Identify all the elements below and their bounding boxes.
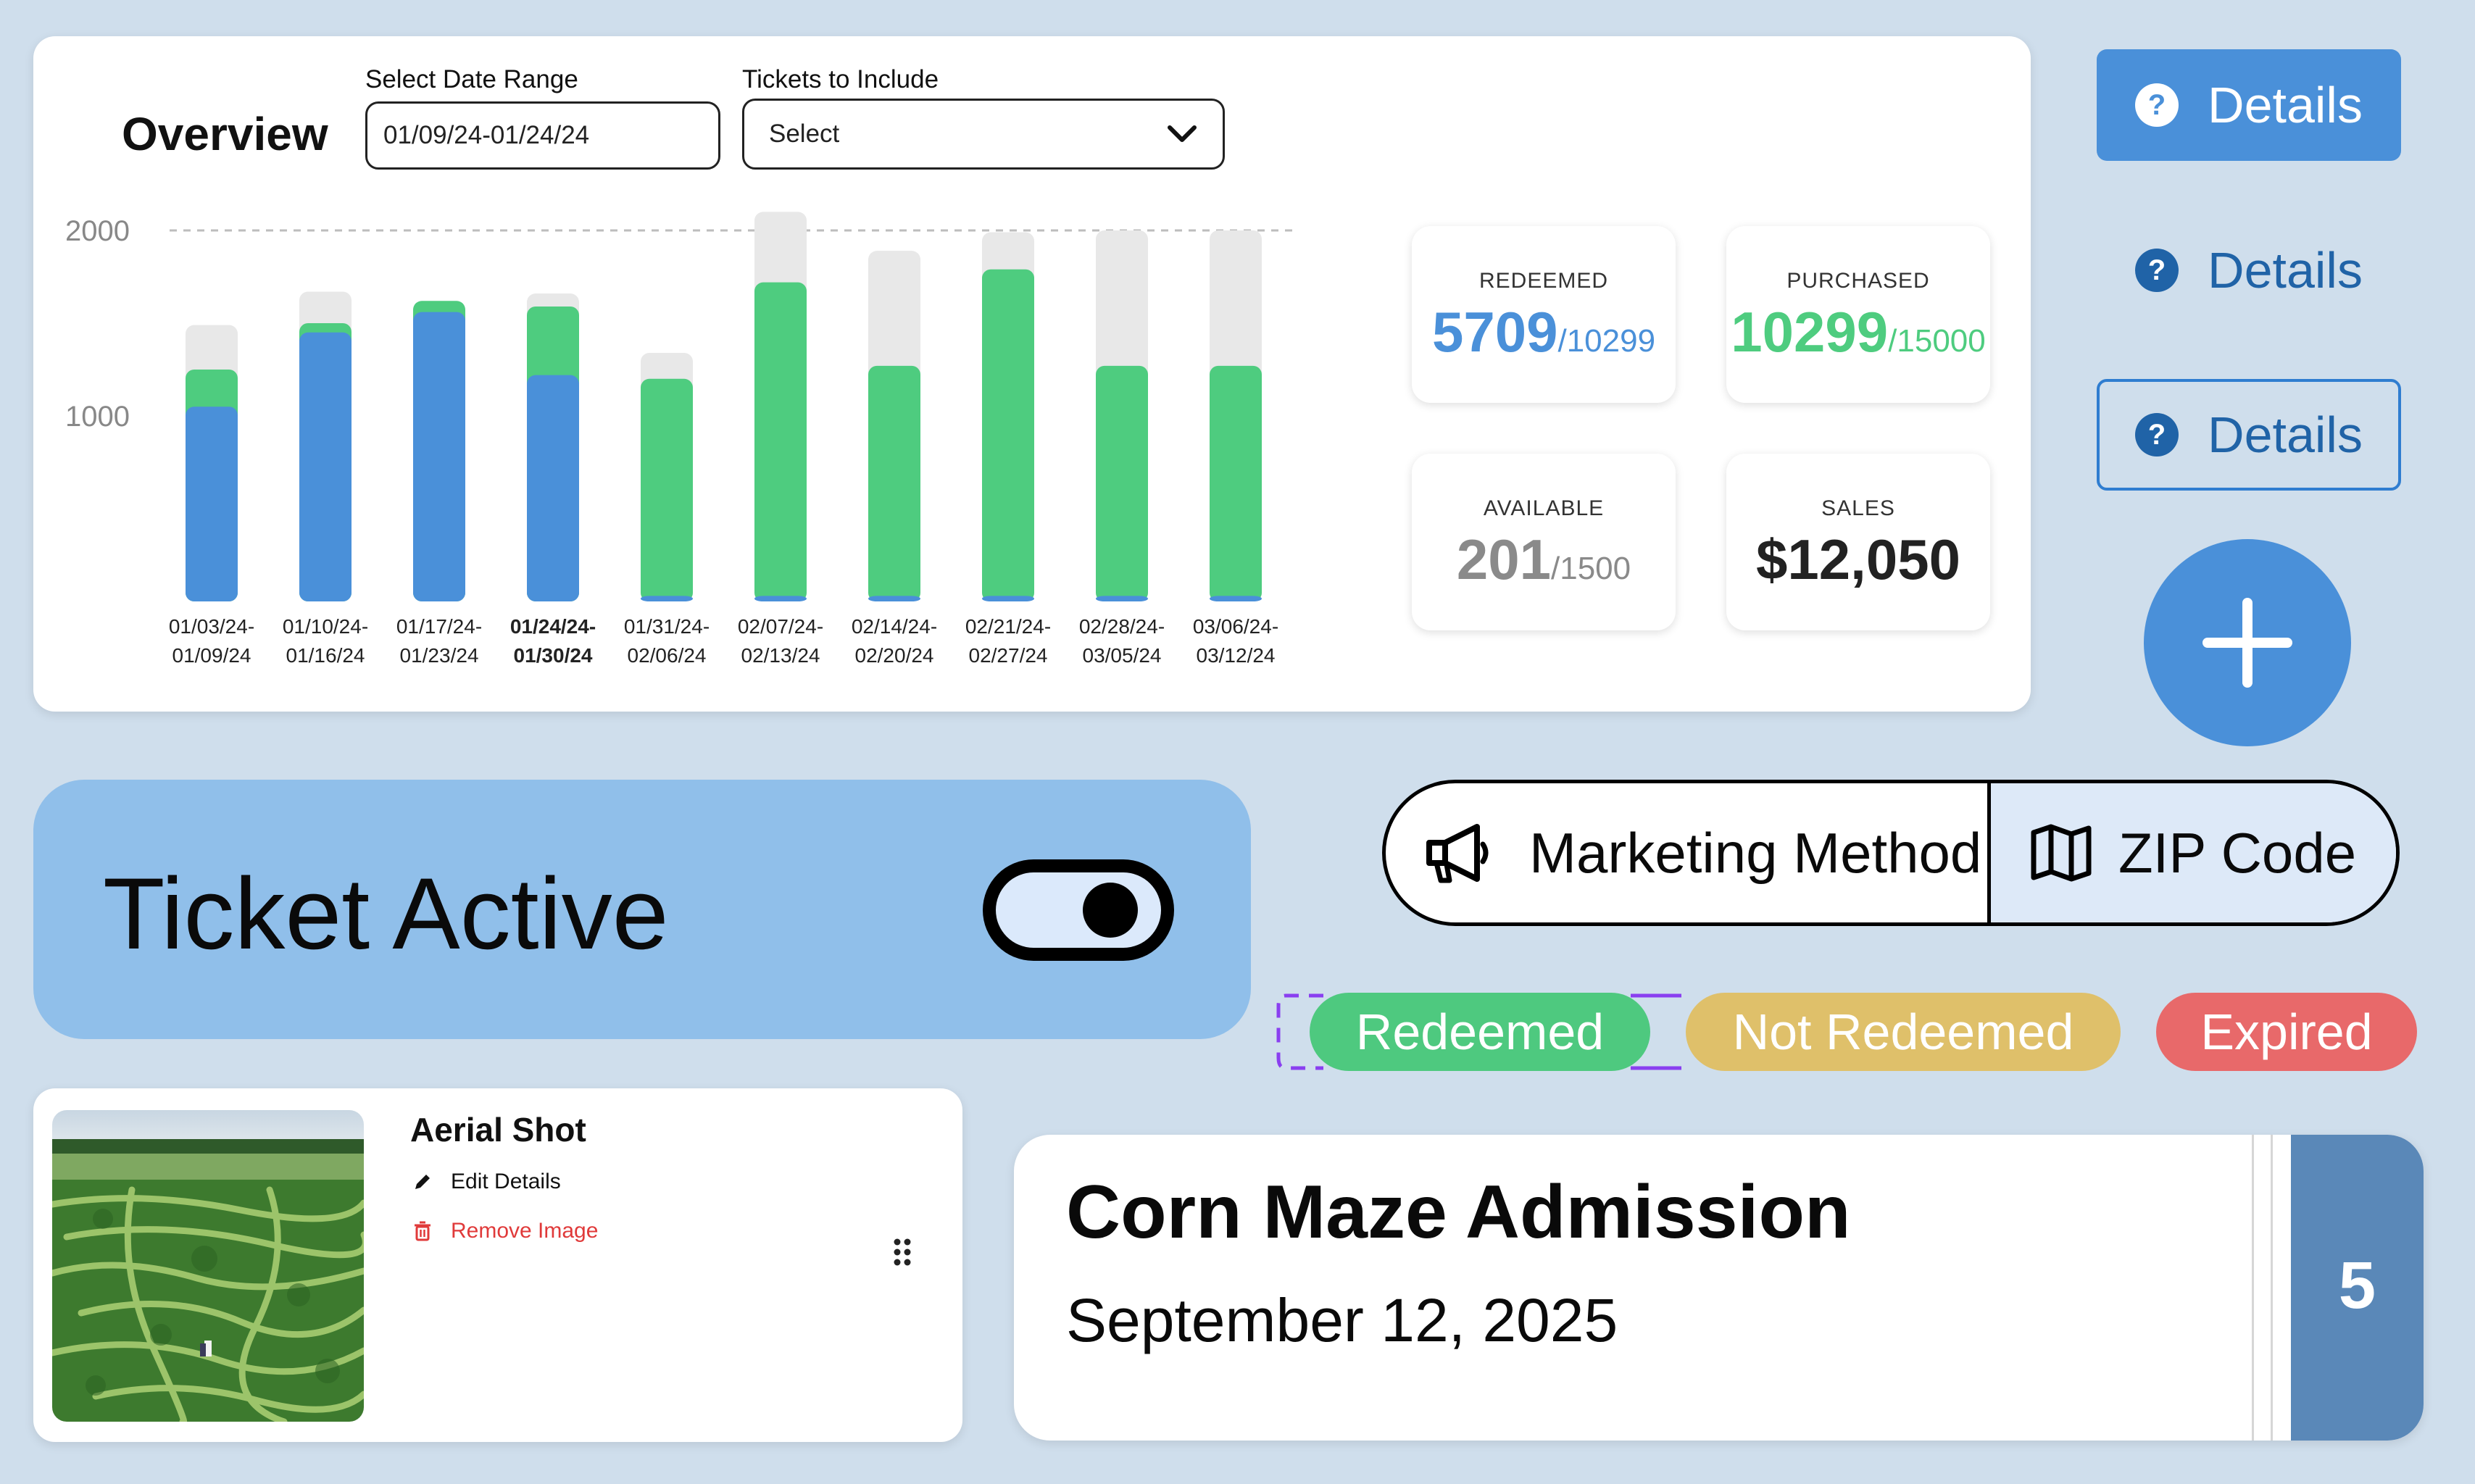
x-tick-label: 02/20/24 [855,644,934,667]
x-tick-label: 01/09/24 [172,644,251,667]
stat-card-redeemed: REDEEMED 5709/10299 [1412,226,1676,403]
chart-bar-segment[interactable] [1210,596,1262,601]
x-tick-label: 01/17/24- [396,615,482,638]
event-title: Corn Maze Admission [1066,1170,1851,1254]
ticket-perforation [2271,1135,2273,1441]
y-tick-label: 2000 [65,215,130,247]
x-tick-label: 01/31/24- [624,615,710,638]
stat-total: /15000 [1888,323,1986,359]
help-icon: ? [2135,413,2179,457]
x-tick-label: 01/30/24 [514,644,593,667]
x-tick-label: 01/24/24- [510,615,596,638]
edit-details-label: Edit Details [451,1170,561,1193]
x-tick-label: 01/16/24 [286,644,365,667]
ticket-active-toggle[interactable] [983,859,1174,961]
help-icon: ? [2135,83,2179,127]
chart-bar-segment[interactable] [982,269,1034,601]
tickets-bar-chart: 1000 2000 01/03/24- 01/09/24 01/10/24- 01/16/… [65,212,1294,667]
chart-bar-segment[interactable] [413,312,465,601]
add-button[interactable] [2144,539,2351,746]
segment-marketing-method[interactable]: Marketing Method [1386,783,1987,922]
chart-bar-segment[interactable] [868,365,920,601]
chart-bar-segment[interactable] [754,282,807,601]
stat-label: PURCHASED [1786,269,1930,293]
segmented-control: Marketing Method ZIP Code [1382,780,2400,926]
pencil-icon [415,1175,430,1189]
chip-redeemed[interactable]: Redeemed [1310,993,1650,1071]
y-tick-label: 1000 [65,401,130,433]
event-date: September 12, 2025 [1066,1286,1618,1354]
remove-image-label: Remove Image [451,1219,599,1243]
x-tick-label: 02/07/24- [738,615,823,638]
help-icon: ? [2135,249,2179,292]
image-title: Aerial Shot [410,1111,586,1149]
segment-label: ZIP Code [2118,820,2357,885]
edit-details-link[interactable]: Edit Details [412,1170,561,1194]
chip-not-redeemed[interactable]: Not Redeemed [1686,993,2121,1071]
chart-bar-segment[interactable] [641,596,693,601]
event-ticket-card[interactable]: Corn Maze Admission September 12, 2025 5 [1014,1135,2424,1441]
stat-label: AVAILABLE [1483,496,1605,520]
chart-bar-segment[interactable] [1096,365,1148,601]
stat-card-purchased: PURCHASED 10299/15000 [1726,226,1990,403]
stat-value: 5709 [1431,300,1558,364]
image-card: Aerial Shot Edit Details Remove Image [33,1088,962,1442]
trash-icon [415,1221,430,1241]
stat-value: $12,050 [1756,528,1960,591]
chart-bar-segment[interactable] [186,407,238,601]
chart-bar-segment[interactable] [299,332,352,601]
stat-label: SALES [1821,496,1895,520]
chart-bar-segment[interactable] [982,596,1034,601]
ticket-perforation [2252,1135,2254,1441]
stat-card-available: AVAILABLE 201/1500 [1412,454,1676,630]
ticket-active-label: Ticket Active [103,856,669,970]
plus-icon [2202,598,2292,688]
chart-bar-segment[interactable] [868,596,920,601]
details-button-text[interactable]: ? Details [2097,214,2401,326]
remove-image-link[interactable]: Remove Image [412,1219,598,1243]
stat-value: 10299 [1731,300,1889,364]
x-tick-label: 01/23/24 [400,644,479,667]
stat-value: 201 [1456,528,1552,591]
details-label: Details [2208,407,2363,463]
details-label: Details [2208,77,2363,133]
details-label: Details [2208,242,2363,299]
stat-total: /10299 [1557,323,1656,359]
drag-handle-icon[interactable] [893,1238,912,1267]
x-tick-label: 02/28/24- [1079,615,1165,638]
stat-total: /1500 [1551,551,1631,586]
x-tick-label: 01/03/24- [169,615,254,638]
details-button-outline[interactable]: ? Details [2097,379,2401,491]
megaphone-icon [1426,824,1489,883]
x-tick-label: 03/12/24 [1197,644,1276,667]
chart-bar-segment[interactable] [1210,365,1262,601]
stat-card-sales: SALES $12,050 [1726,454,1990,630]
chip-expired[interactable]: Expired [2156,993,2417,1071]
x-tick-label: 03/05/24 [1083,644,1162,667]
ticket-count: 5 [2338,1249,2376,1322]
chart-bar-segment[interactable] [641,378,693,601]
chart-bar-segment[interactable] [754,596,807,601]
x-tick-label: 01/10/24- [283,615,368,638]
chart-bar-segment[interactable] [1096,596,1148,601]
x-tick-label: 02/13/24 [741,644,820,667]
x-tick-label: 02/06/24 [628,644,707,667]
x-tick-label: 02/21/24- [965,615,1051,638]
corn-maze-image [52,1110,364,1422]
x-tick-label: 03/06/24- [1193,615,1278,638]
stat-label: REDEEMED [1478,269,1609,293]
segment-label: Marketing Method [1529,820,1982,885]
details-button-filled[interactable]: ? Details [2097,49,2401,161]
x-tick-label: 02/27/24 [969,644,1048,667]
segment-zip-code[interactable]: ZIP Code [1987,783,2396,922]
toggle-knob [1083,883,1138,938]
map-icon [2031,824,2092,882]
overview-card: Overview Select Date Range 01/09/24-01/2… [33,36,2031,712]
ticket-active-card: Ticket Active [33,780,1251,1039]
x-tick-label: 02/14/24- [852,615,937,638]
chart-bar-segment[interactable] [527,375,579,601]
